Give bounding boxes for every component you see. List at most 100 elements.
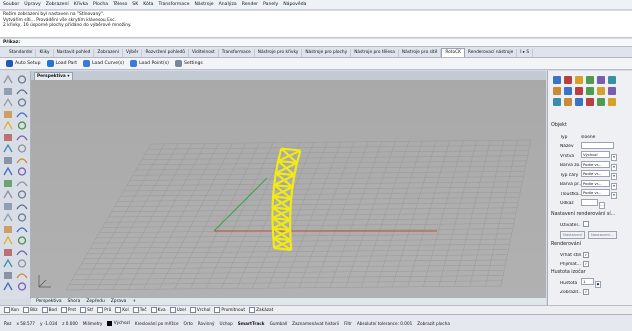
toolbar-tab[interactable]: Nástroje pro tělesa <box>351 49 399 57</box>
tool-icon[interactable] <box>16 258 28 269</box>
menu-item[interactable]: Analýza <box>219 2 237 7</box>
tool-icon[interactable] <box>2 189 14 200</box>
tool-icon[interactable] <box>16 178 28 189</box>
property-value-select[interactable]: Podle vr... <box>581 160 610 168</box>
density-spin-icon[interactable]: ◆ <box>595 281 601 288</box>
tool-icon[interactable] <box>16 155 28 166</box>
ellipsis-icon[interactable]: … <box>599 201 605 209</box>
tool-icon[interactable] <box>16 201 28 212</box>
osnap-toggle[interactable]: Prst <box>60 307 76 313</box>
panel-icon[interactable] <box>575 98 583 106</box>
menu-item[interactable]: Nástroje <box>194 2 213 7</box>
status-toggle[interactable]: Rovinný <box>198 321 215 326</box>
tool-icon[interactable] <box>2 97 14 108</box>
tool-icon[interactable] <box>16 120 28 131</box>
tool-icon[interactable] <box>16 166 28 177</box>
plugin-button[interactable]: Load Point(s) <box>130 60 169 67</box>
settings-more-button[interactable]: Nastaveni... <box>588 231 617 239</box>
tool-icon[interactable] <box>16 132 28 143</box>
menu-item[interactable]: Soubor <box>3 2 19 7</box>
panel-icon[interactable] <box>586 98 594 106</box>
toolbar-tab[interactable]: Nástroje pro plochy <box>302 49 352 57</box>
plugin-button[interactable]: Load Curve(s) <box>83 60 124 67</box>
toolbar-tab[interactable]: Zobrazení <box>94 49 123 57</box>
osnap-toggle[interactable]: Blíz <box>22 307 38 313</box>
osnap-toggle[interactable]: Prů <box>97 307 111 313</box>
panel-icon[interactable] <box>586 87 594 95</box>
settings-button[interactable]: Nastavení <box>560 231 586 239</box>
panel-icon[interactable] <box>597 87 605 95</box>
user-setting-checkbox[interactable] <box>583 221 589 227</box>
show-isocurves-checkbox[interactable]: ✓ <box>583 289 589 295</box>
osnap-toggle[interactable]: Promítnout <box>214 307 245 313</box>
property-value-select[interactable]: Podle vr... <box>581 189 610 196</box>
tool-icon[interactable] <box>16 224 28 235</box>
tool-icon[interactable] <box>16 212 28 223</box>
panel-icon[interactable] <box>564 76 572 84</box>
tool-icon[interactable] <box>16 270 28 281</box>
chevron-down-icon[interactable]: ▾ <box>67 74 69 79</box>
status-toggle[interactable]: Kreslování po mřížce <box>135 321 179 326</box>
tool-icon[interactable] <box>2 235 14 246</box>
toolbar-tab[interactable]: Rozvržení pohledů <box>142 49 189 57</box>
panel-icon[interactable] <box>564 98 572 106</box>
panel-icon[interactable] <box>586 76 594 84</box>
status-toggle[interactable]: Zaznamenávat historii <box>292 321 339 326</box>
tool-icon[interactable] <box>16 189 28 200</box>
panel-icon[interactable] <box>564 87 572 95</box>
tool-icon[interactable] <box>16 281 28 292</box>
tool-icon[interactable] <box>16 74 28 85</box>
osnap-toggle[interactable]: Kon <box>4 307 19 313</box>
panel-icon[interactable] <box>553 98 561 106</box>
panel-icon[interactable] <box>597 98 605 106</box>
panel-icon[interactable] <box>553 87 561 95</box>
status-toggle[interactable]: Orto <box>184 321 193 326</box>
tool-icon[interactable] <box>2 212 14 223</box>
toolbar-tab[interactable]: Viditelnost <box>189 49 219 57</box>
osnap-toggle[interactable]: Zakázat <box>249 307 273 313</box>
plugin-button[interactable]: Settings <box>174 60 203 67</box>
toolbar-tab[interactable]: Nástroje pro křivky <box>255 49 303 57</box>
toolbar-tab[interactable]: Transformace <box>219 49 255 57</box>
property-value-select[interactable]: Výchozí <box>581 151 610 158</box>
tool-icon[interactable] <box>2 247 14 258</box>
property-value-select[interactable]: Podle vr... <box>581 170 610 177</box>
tool-icon[interactable] <box>2 74 14 85</box>
status-toggle[interactable]: SmartTrack <box>238 321 265 326</box>
menu-item[interactable]: Těleso <box>113 2 127 7</box>
tool-icon[interactable] <box>16 247 28 258</box>
tool-icon[interactable] <box>16 97 28 108</box>
tool-icon[interactable] <box>16 235 28 246</box>
viewport-tab[interactable]: Zprava <box>111 299 127 304</box>
status-toggle[interactable]: Uchop <box>220 321 233 326</box>
tool-icon[interactable] <box>2 132 14 143</box>
tool-icon[interactable] <box>2 155 14 166</box>
toolbar-tab[interactable]: Renderovací nástroje <box>465 49 518 57</box>
tool-icon[interactable] <box>2 120 14 131</box>
panel-icon[interactable] <box>608 98 616 106</box>
tool-icon[interactable] <box>16 109 28 120</box>
panel-icon[interactable] <box>608 87 616 95</box>
menu-item[interactable]: Kóta <box>143 2 153 7</box>
menu-item[interactable]: Plocha <box>93 2 108 7</box>
perspective-viewport[interactable] <box>31 80 546 297</box>
tool-icon[interactable] <box>2 270 14 281</box>
property-value-input[interactable] <box>581 198 598 206</box>
osnap-toggle[interactable]: Teč <box>132 307 147 313</box>
toolbar-tab[interactable]: Nastavit pohled <box>54 49 95 57</box>
density-input[interactable]: 1 <box>581 278 594 285</box>
osnap-toggle[interactable]: Kva <box>150 307 166 313</box>
cast-shadows-checkbox[interactable]: ✓ <box>583 252 589 258</box>
menu-item[interactable]: Křivka <box>74 2 88 7</box>
plugin-button[interactable]: Auto Setup <box>6 60 41 67</box>
toolbar-tab[interactable]: RotoCK <box>441 48 465 57</box>
menu-item[interactable]: Nápověda <box>283 2 306 7</box>
tool-icon[interactable] <box>2 224 14 235</box>
tool-icon[interactable] <box>2 281 14 292</box>
toolbar-tab[interactable]: Kliky <box>36 49 54 57</box>
panel-icon[interactable] <box>553 76 561 84</box>
panel-icon[interactable] <box>575 76 583 84</box>
plugin-button[interactable]: Load Part <box>46 60 77 67</box>
command-prompt[interactable]: Příkaz: <box>0 39 632 47</box>
toolbar-tab[interactable]: Výběr <box>123 49 143 57</box>
